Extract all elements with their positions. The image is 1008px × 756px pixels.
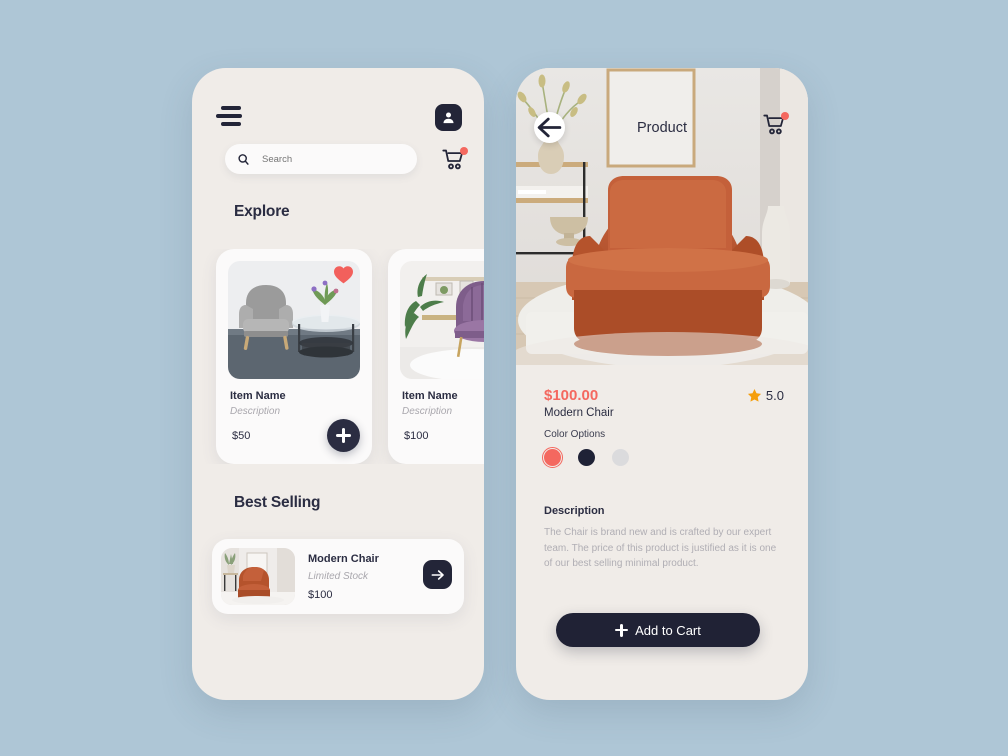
explore-section-title: Explore — [234, 203, 290, 220]
product-card-image — [400, 261, 484, 379]
hamburger-menu-icon[interactable] — [216, 106, 244, 128]
best-selling-section-title: Best Selling — [234, 494, 321, 511]
swatch-fill — [544, 449, 561, 466]
add-to-cart-label: Add to Cart — [635, 622, 701, 638]
product-detail-phone: Product $100.00 Modern Chair 5.0 Color O… — [516, 68, 808, 700]
cart-button-home[interactable] — [441, 147, 468, 172]
product-card-image — [228, 261, 360, 379]
product-rating: 5.0 — [747, 388, 784, 403]
screenshot-canvas: Explore — [0, 0, 1008, 756]
product-name: Modern Chair — [544, 407, 614, 419]
search-input[interactable] — [262, 153, 402, 165]
product-card[interactable]: Item Name Description $50 — [216, 249, 372, 464]
star-icon — [747, 389, 761, 402]
best-selling-image — [221, 548, 295, 605]
best-selling-subtitle: Limited Stock — [308, 571, 369, 582]
favorite-heart-icon[interactable] — [333, 265, 354, 284]
profile-button[interactable] — [435, 104, 462, 131]
best-selling-name: Modern Chair — [308, 553, 379, 565]
product-card-price: $100 — [404, 430, 429, 442]
plus-icon — [615, 623, 629, 637]
explore-carousel[interactable]: Item Name Description $50 Item Name Desc… — [192, 249, 484, 464]
add-to-cart-button[interactable] — [327, 419, 360, 452]
cart-badge — [460, 147, 468, 155]
product-card[interactable]: Item Name Description $100 — [388, 249, 484, 464]
search-icon — [237, 153, 250, 166]
home-screen-phone: Explore — [192, 68, 484, 700]
best-selling-price: $100 — [308, 589, 333, 601]
search-row — [192, 144, 484, 188]
person-icon — [443, 112, 454, 124]
back-button[interactable] — [534, 112, 565, 143]
plus-icon-vertical — [342, 428, 345, 443]
rating-value: 5.0 — [765, 388, 784, 403]
product-card-description: Description — [402, 406, 453, 417]
swatch-fill — [578, 449, 595, 466]
description-body: The Chair is brand new and is crafted by… — [544, 527, 777, 570]
product-hero-image: Product — [516, 68, 808, 365]
product-card-price: $50 — [232, 430, 251, 442]
color-swatch-coral[interactable] — [542, 447, 563, 468]
arrow-right-icon — [431, 569, 444, 580]
cart-button-detail[interactable] — [762, 112, 789, 137]
product-price: $100.00 — [544, 387, 599, 404]
description-title: Description — [544, 505, 605, 517]
color-options-label: Color Options — [544, 429, 606, 440]
color-swatch-light-gray[interactable] — [610, 447, 631, 468]
best-selling-item[interactable]: Modern Chair Limited Stock $100 — [212, 539, 464, 614]
home-top-bar — [192, 68, 484, 131]
product-card-name: Item Name — [402, 390, 458, 402]
search-bar[interactable] — [225, 144, 417, 174]
cart-badge — [781, 112, 789, 120]
color-swatch-navy[interactable] — [576, 447, 597, 468]
product-card-description: Description — [230, 406, 281, 417]
swatch-fill — [612, 449, 629, 466]
add-to-cart-button[interactable]: Add to Cart — [556, 613, 760, 647]
arrow-left-icon — [537, 117, 562, 138]
color-swatches[interactable] — [542, 447, 631, 468]
product-card-name: Item Name — [230, 390, 286, 402]
best-selling-arrow-button[interactable] — [423, 560, 452, 589]
